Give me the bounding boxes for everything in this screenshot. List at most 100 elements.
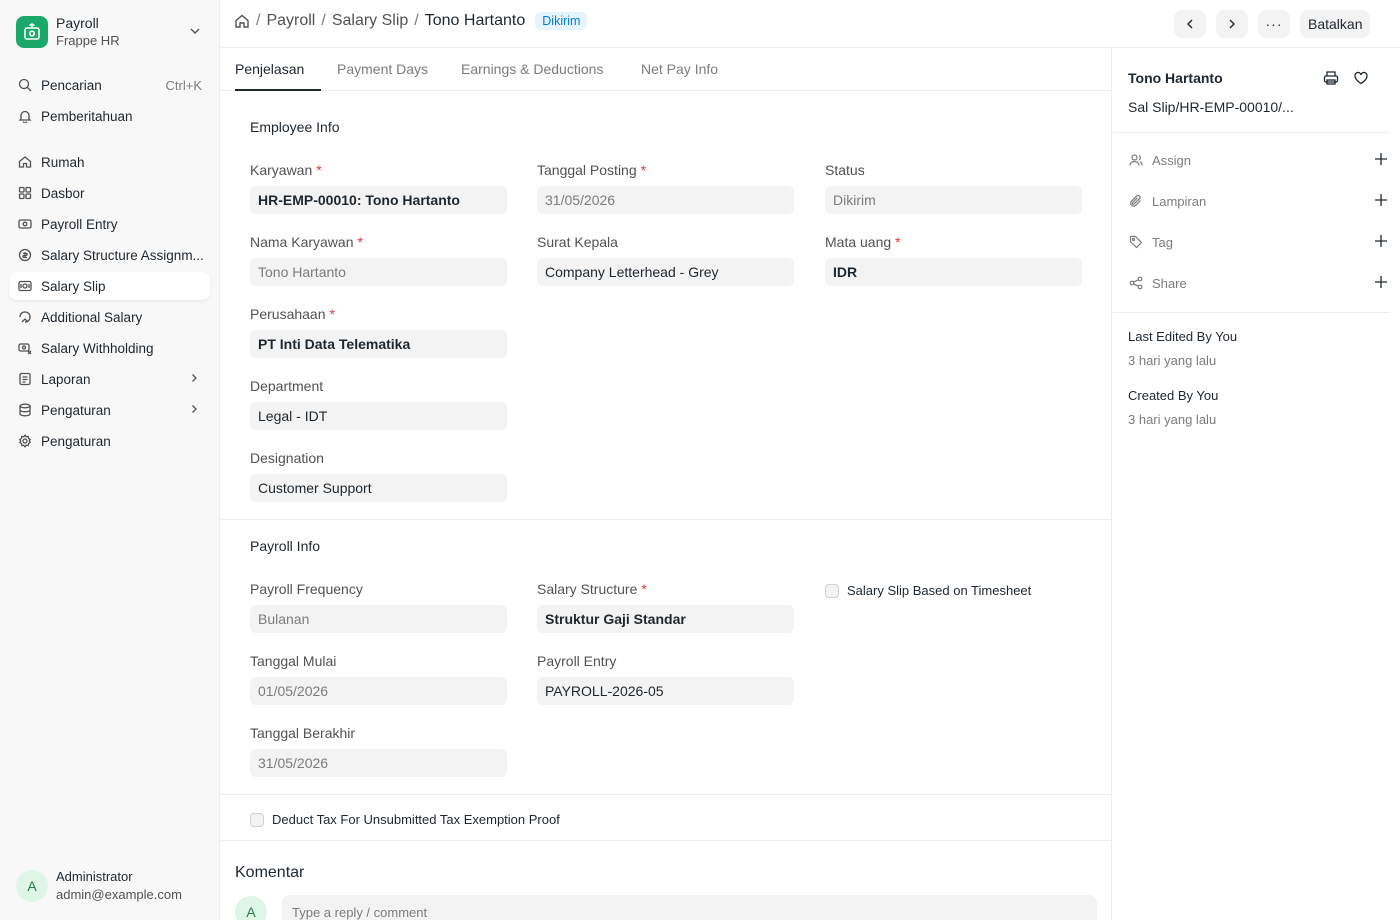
- attachments-row[interactable]: Lampiran: [1128, 191, 1388, 211]
- chevron-right-icon[interactable]: [188, 372, 200, 387]
- mata-uang-field[interactable]: IDR: [825, 258, 1082, 286]
- mata-uang-label: Mata uang *: [825, 234, 901, 250]
- user-menu[interactable]: A Administrator admin@example.com: [16, 868, 182, 903]
- nama-karyawan-label: Nama Karyawan *: [250, 234, 363, 250]
- tab-penjelasan[interactable]: Penjelasan: [235, 61, 304, 77]
- search-icon: [17, 77, 33, 93]
- page-title: Tono Hartanto: [424, 12, 526, 29]
- next-button[interactable]: [1216, 10, 1248, 38]
- sidebar-item-laporan[interactable]: Laporan: [9, 365, 210, 393]
- tanggal-posting-label: Tanggal Posting *: [537, 162, 647, 178]
- doc-id: Sal Slip/HR-EMP-00010/...: [1128, 99, 1294, 115]
- sidebar-item-rumah[interactable]: Rumah: [9, 148, 210, 176]
- sidebar-item-salary-slip[interactable]: Salary Slip: [9, 272, 210, 300]
- share-row[interactable]: Share: [1128, 273, 1388, 293]
- comments-title: Komentar: [235, 864, 305, 881]
- last-edited-time: 3 hari yang lalu: [1128, 353, 1217, 368]
- salary-structure-field[interactable]: Struktur Gaji Standar: [537, 605, 794, 633]
- tab-earnings-deductions[interactable]: Earnings & Deductions: [461, 61, 603, 77]
- prev-button[interactable]: [1174, 10, 1206, 38]
- user-email: admin@example.com: [56, 886, 182, 902]
- perusahaan-field[interactable]: PT Inti Data Telematika: [250, 330, 507, 358]
- payroll-entry-field[interactable]: PAYROLL-2026-05: [537, 677, 794, 705]
- breadcrumb-payroll[interactable]: Payroll: [266, 12, 315, 30]
- sidebar-item-label: Laporan: [41, 371, 91, 387]
- status-label: Status: [825, 162, 865, 178]
- sidebar-item-pengaturan-group[interactable]: Pengaturan: [9, 396, 210, 424]
- form-tabs: Penjelasan Payment Days Earnings & Deduc…: [220, 48, 1112, 91]
- home-icon[interactable]: [234, 13, 250, 29]
- tab-net-pay-info[interactable]: Net Pay Info: [641, 61, 718, 77]
- breadcrumb-salary-slip[interactable]: Salary Slip: [332, 12, 408, 30]
- print-icon[interactable]: [1323, 70, 1339, 89]
- dashboard-icon: [17, 185, 33, 201]
- sidebar-item-label: Payroll Entry: [41, 216, 118, 232]
- tanggal-mulai-field: 01/05/2026: [250, 677, 507, 705]
- comment-input[interactable]: Type a reply / comment: [282, 895, 1097, 920]
- attachments-label: Lampiran: [1152, 193, 1207, 209]
- karyawan-field[interactable]: HR-EMP-00010: Tono Hartanto: [250, 186, 507, 214]
- chevron-right-icon[interactable]: [188, 403, 200, 418]
- timesheet-checkbox[interactable]: [825, 584, 839, 598]
- plus-icon[interactable]: [1374, 152, 1388, 169]
- sidebar-item-pengaturan[interactable]: Pengaturan: [9, 427, 210, 455]
- tags-row[interactable]: Tag: [1128, 232, 1388, 252]
- form-main: Penjelasan Payment Days Earnings & Deduc…: [220, 48, 1112, 920]
- sidebar-item-label: Rumah: [41, 154, 85, 170]
- slip-icon: [17, 278, 33, 294]
- section-divider: [220, 519, 1112, 520]
- payroll-logo-icon: [16, 16, 48, 48]
- sidebar-item-label: Dasbor: [41, 185, 85, 201]
- tanggal-berakhir-field: 31/05/2026: [250, 749, 507, 777]
- payroll-entry-label: Payroll Entry: [537, 653, 617, 669]
- active-tab-indicator: [235, 89, 321, 91]
- sidebar: Payroll Frappe HR Pencarian Ctrl+K Pembe…: [0, 0, 220, 920]
- app-switcher[interactable]: Payroll Frappe HR: [16, 14, 206, 50]
- database-icon: [17, 402, 33, 418]
- chevron-down-icon[interactable]: [188, 24, 202, 41]
- payroll-frequency-label: Payroll Frequency: [250, 581, 363, 597]
- chevron-left-icon: [1183, 17, 1197, 31]
- department-label: Department: [250, 378, 324, 394]
- user-name: Administrator: [56, 869, 133, 884]
- breadcrumb: / Payroll / Salary Slip / Tono Hartanto …: [234, 12, 588, 30]
- avatar: A: [16, 869, 48, 902]
- surat-kepala-field[interactable]: Company Letterhead - Grey: [537, 258, 794, 286]
- assign-label: Assign: [1152, 152, 1192, 168]
- sidebar-item-label: Pengaturan: [41, 433, 111, 449]
- more-icon: ···: [1265, 16, 1283, 32]
- tags-label: Tag: [1152, 234, 1173, 250]
- plus-icon[interactable]: [1374, 193, 1388, 210]
- designation-field[interactable]: Customer Support: [250, 474, 507, 502]
- perusahaan-label: Perusahaan *: [250, 306, 335, 322]
- sidebar-item-label: Salary Slip: [41, 278, 106, 294]
- deduct-tax-checkbox[interactable]: [250, 813, 264, 827]
- sidebar-item-payroll-entry[interactable]: Payroll Entry: [9, 210, 210, 238]
- plus-icon[interactable]: [1374, 234, 1388, 251]
- breadcrumb-sep: /: [321, 12, 326, 29]
- report-icon: [17, 371, 33, 387]
- salary-structure-label: Salary Structure *: [537, 581, 647, 597]
- cancel-button[interactable]: Batalkan: [1300, 10, 1371, 38]
- sidebar-item-dasbor[interactable]: Dasbor: [9, 179, 210, 207]
- sidebar-item-salary-structure-assignment[interactable]: Salary Structure Assignm...: [9, 241, 210, 269]
- section-employee-info: Employee Info: [250, 119, 340, 135]
- sidebar-search[interactable]: Pencarian Ctrl+K: [9, 71, 210, 99]
- form-sidebar: Tono Hartanto Sal Slip/HR-EMP-00010/... …: [1113, 48, 1400, 920]
- tab-payment-days[interactable]: Payment Days: [337, 61, 428, 77]
- share-label: Share: [1152, 275, 1187, 291]
- gear-icon: [17, 433, 33, 449]
- sidebar-item-salary-withholding[interactable]: Salary Withholding: [9, 334, 210, 362]
- assign-row[interactable]: Assign: [1128, 150, 1388, 170]
- panel-divider: [1113, 312, 1390, 313]
- sidebar-item-additional-salary[interactable]: Additional Salary: [9, 303, 210, 331]
- bell-icon: [17, 108, 33, 124]
- deduct-tax-label: Deduct Tax For Unsubmitted Tax Exemption…: [272, 812, 560, 827]
- department-field[interactable]: Legal - IDT: [250, 402, 507, 430]
- sidebar-notifications[interactable]: Pemberitahuan: [9, 102, 210, 130]
- nama-karyawan-field: Tono Hartanto: [250, 258, 507, 286]
- heart-icon[interactable]: [1353, 70, 1369, 89]
- plus-icon[interactable]: [1374, 275, 1388, 292]
- created-time: 3 hari yang lalu: [1128, 412, 1217, 427]
- more-button[interactable]: ···: [1258, 10, 1290, 38]
